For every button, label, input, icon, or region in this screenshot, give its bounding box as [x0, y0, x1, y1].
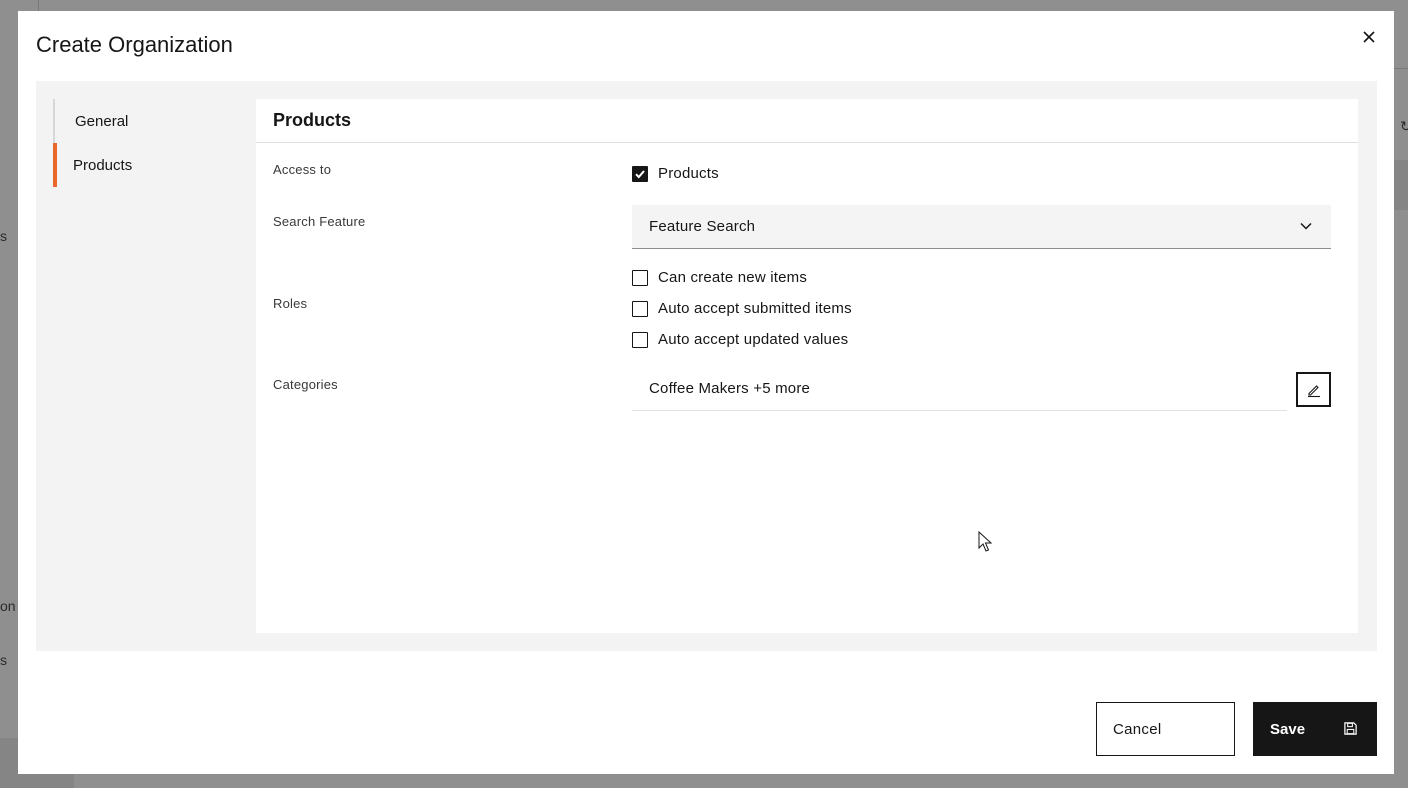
save-button[interactable]: Save: [1253, 702, 1377, 756]
access-to-label: Access to: [273, 162, 332, 177]
panel-title: Products: [256, 99, 1358, 143]
search-feature-select[interactable]: Feature Search: [632, 205, 1331, 249]
role-auto-accept-submitted-checkbox[interactable]: Auto accept submitted items: [632, 300, 852, 317]
background-divider: [1394, 68, 1408, 69]
refresh-icon: ↻: [1400, 118, 1408, 134]
modal-title: Create Organization: [36, 32, 233, 57]
background-text: s: [0, 228, 7, 244]
save-icon: [1344, 722, 1357, 735]
checkbox-label: Can create new items: [658, 269, 808, 286]
checkmark-icon: [635, 169, 645, 178]
nav-item-label: General: [75, 112, 129, 130]
checkbox-checked[interactable]: [632, 165, 648, 182]
cancel-button[interactable]: Cancel: [1096, 702, 1235, 756]
pencil-icon: [1307, 384, 1320, 397]
edit-categories-button[interactable]: [1296, 372, 1331, 407]
mouse-cursor-icon: [978, 531, 992, 552]
products-panel: Products Access to Products Search Featu…: [256, 99, 1358, 633]
modal-body: General Products Products Access to Prod…: [36, 81, 1377, 651]
nav-item-general[interactable]: General: [53, 99, 237, 143]
select-value: Feature Search: [649, 218, 756, 235]
checkbox-unchecked[interactable]: [632, 269, 648, 286]
background-text: on: [0, 598, 16, 614]
search-feature-label: Search Feature: [273, 214, 366, 229]
role-can-create-checkbox[interactable]: Can create new items: [632, 269, 807, 286]
role-auto-accept-updated-checkbox[interactable]: Auto accept updated values: [632, 331, 848, 348]
checkbox-label: Products: [658, 165, 719, 182]
roles-label: Roles: [273, 296, 308, 311]
categories-field: Coffee Makers +5 more: [632, 367, 1287, 411]
save-button-label: Save: [1270, 720, 1306, 738]
create-organization-modal: Create Organization General Products Pro…: [18, 11, 1394, 774]
background-text: s: [0, 652, 7, 668]
checkbox-unchecked[interactable]: [632, 331, 648, 348]
nav-item-products[interactable]: Products: [53, 143, 237, 187]
access-products-checkbox[interactable]: Products: [632, 165, 719, 182]
close-icon: [1363, 31, 1375, 43]
categories-label: Categories: [273, 377, 338, 392]
categories-value: Coffee Makers +5 more: [649, 380, 811, 397]
background-panel: [1394, 160, 1408, 210]
chevron-down-icon: [1300, 222, 1312, 230]
checkbox-label: Auto accept updated values: [658, 331, 849, 348]
side-nav: General Products: [53, 99, 237, 187]
close-button[interactable]: [1357, 25, 1381, 49]
checkbox-label: Auto accept submitted items: [658, 300, 852, 317]
checkbox-unchecked[interactable]: [632, 300, 648, 317]
nav-item-label: Products: [73, 156, 133, 174]
